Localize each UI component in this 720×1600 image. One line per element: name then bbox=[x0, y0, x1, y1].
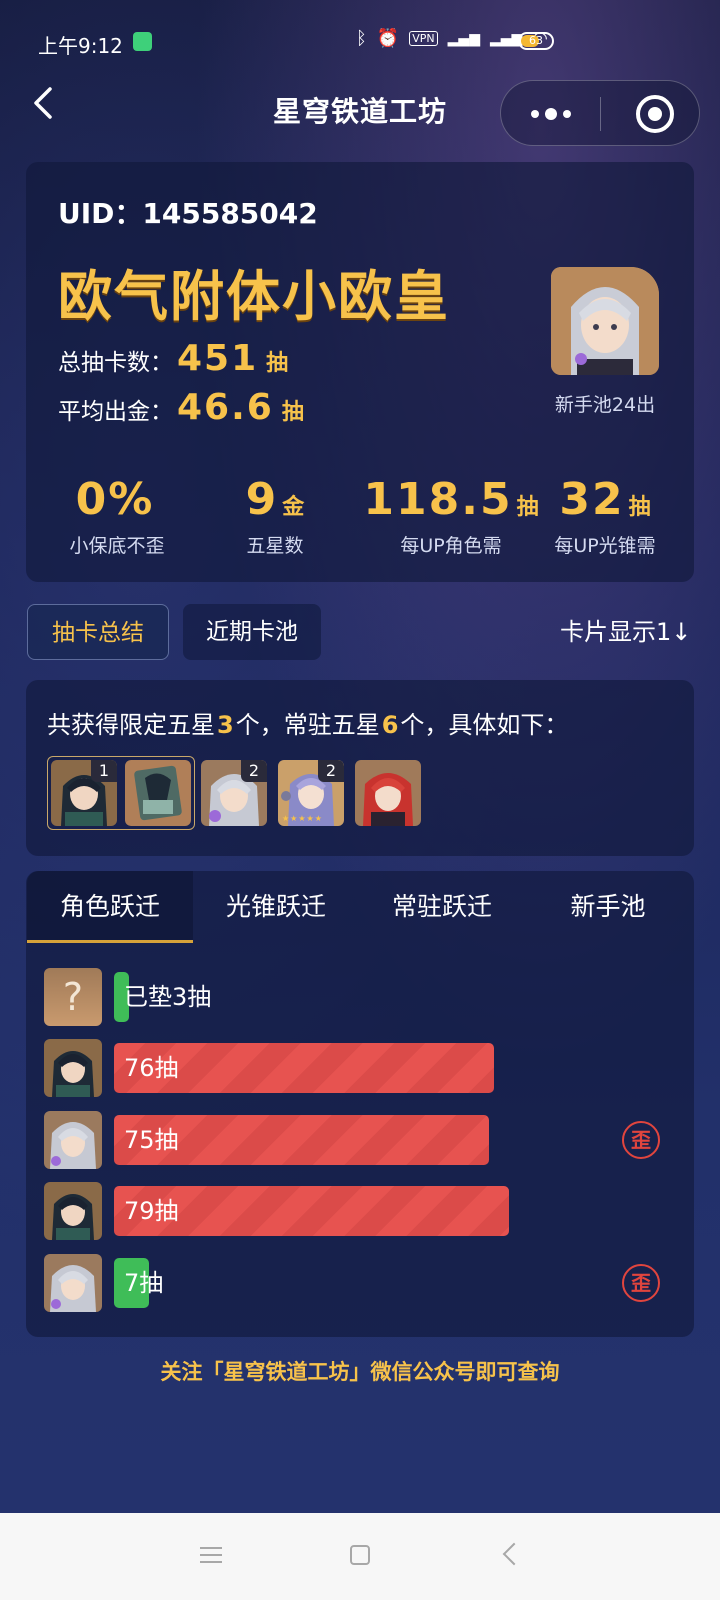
avg-pulls-unit: 抽 bbox=[281, 400, 304, 425]
metric-value: 9 bbox=[245, 474, 279, 525]
metric-value: 118.5 bbox=[363, 474, 513, 525]
character-icon bbox=[44, 1111, 102, 1169]
battery-icon: 63 bbox=[518, 32, 554, 50]
lightcone-thumb[interactable] bbox=[125, 760, 191, 826]
metric-label: 小保底不歪 bbox=[69, 535, 165, 557]
character-icon bbox=[44, 1039, 102, 1097]
tab-recent-banners[interactable]: 近期卡池 bbox=[183, 604, 321, 660]
avg-pulls: 平均出金： 46.6 抽 bbox=[58, 387, 304, 428]
total-pulls-value: 451 bbox=[177, 338, 259, 379]
footer-note: 关注「星穹铁道工坊」微信公众号即可查询 bbox=[160, 1360, 560, 1384]
standard-count: 6 bbox=[381, 711, 399, 739]
metric-label: 每UP角色需 bbox=[400, 535, 502, 557]
thumb-count: 1 bbox=[91, 760, 117, 782]
pull-label: 79抽 bbox=[124, 1197, 179, 1225]
tab-beginner-warp[interactable]: 新手池 bbox=[525, 871, 691, 943]
metric-per-up-character: 118.5 抽 每UP角色需 bbox=[358, 474, 544, 558]
rank-title: 欧气附体小欧皇 bbox=[58, 265, 450, 328]
metric-unit: 金 bbox=[282, 495, 305, 520]
tab-lightcone-warp[interactable]: 光锥跃迁 bbox=[193, 871, 359, 943]
character-thumb[interactable]: 2 bbox=[201, 760, 267, 826]
pity-label: 已垫3抽 bbox=[124, 983, 212, 1011]
avatar-caption: 新手池24出 bbox=[554, 394, 656, 416]
uid-label: UID：145585042 bbox=[58, 197, 318, 230]
lost-5050-icon: 歪 bbox=[622, 1121, 660, 1159]
total-pulls-label: 总抽卡数： bbox=[58, 350, 173, 376]
avg-pulls-label: 平均出金： bbox=[58, 399, 173, 425]
character-thumb[interactable]: ★★★★★ 2 bbox=[278, 760, 344, 826]
character-icon bbox=[44, 1254, 102, 1312]
vpn-icon: VPN bbox=[409, 31, 438, 46]
unknown-character-icon: ? bbox=[44, 968, 102, 1026]
card-display-toggle[interactable]: 卡片显示1↓ bbox=[560, 604, 691, 660]
home-icon[interactable] bbox=[350, 1545, 370, 1565]
avg-pulls-value: 46.6 bbox=[177, 387, 274, 428]
miniprogram-capsule bbox=[500, 80, 700, 146]
tab-standard-warp[interactable]: 常驻跃迁 bbox=[359, 871, 525, 943]
character-thumb[interactable] bbox=[355, 760, 421, 826]
thumb-count: 2 bbox=[241, 760, 267, 782]
character-avatar bbox=[551, 267, 659, 375]
thumb-count: 2 bbox=[318, 760, 344, 782]
pull-label: 76抽 bbox=[124, 1054, 179, 1082]
question-mark: ? bbox=[44, 968, 102, 1026]
active-tab-underline bbox=[27, 940, 193, 943]
five-star-suffix: 个，具体如下： bbox=[400, 711, 569, 739]
close-target-icon[interactable] bbox=[636, 95, 674, 133]
five-star-prefix: 共获得限定五星 bbox=[47, 711, 215, 739]
metric-label: 五星数 bbox=[246, 535, 304, 557]
metric-per-up-lightcone: 32 抽 每UP光锥需 bbox=[520, 474, 690, 558]
status-bar: 上午9:12 ᛒ ⏰ VPN ▂▄▆ ▂▄▆ ◠ 63 bbox=[0, 0, 720, 86]
tab-summary[interactable]: 抽卡总结 bbox=[27, 604, 169, 660]
total-pulls-unit: 抽 bbox=[266, 351, 289, 376]
status-time: 上午9:12 bbox=[38, 34, 123, 58]
more-icon[interactable] bbox=[526, 103, 576, 125]
pull-label: 75抽 bbox=[124, 1126, 179, 1154]
menu-icon[interactable] bbox=[200, 1547, 222, 1563]
tab-character-warp[interactable]: 角色跃迁 bbox=[27, 871, 193, 943]
five-star-summary: 共获得限定五星 3 个，常驻五星 6 个，具体如下： bbox=[47, 705, 568, 740]
bluetooth-icon: ᛒ bbox=[356, 28, 367, 49]
character-thumb[interactable]: 1 bbox=[51, 760, 117, 826]
limited-count: 3 bbox=[217, 711, 234, 739]
metric-value: 32 bbox=[559, 474, 625, 525]
metric-five-star-count: 9金 五星数 bbox=[190, 474, 360, 558]
five-star-middle: 个，常驻五星 bbox=[235, 711, 380, 739]
metric-label: 每UP光锥需 bbox=[554, 535, 656, 557]
lost-5050-icon: 歪 bbox=[622, 1264, 660, 1302]
metric-unit: 抽 bbox=[628, 495, 651, 520]
metric-value: 0% bbox=[75, 474, 155, 525]
pull-label: 7抽 bbox=[124, 1269, 164, 1297]
signal-icon: ▂▄▆ bbox=[447, 30, 480, 47]
five-stars-rating: ★★★★★ bbox=[282, 814, 323, 823]
shield-icon bbox=[133, 32, 152, 51]
character-icon bbox=[44, 1182, 102, 1240]
metric-no-loss: 0% 小保底不歪 bbox=[32, 474, 202, 558]
total-pulls: 总抽卡数： 451 抽 bbox=[58, 338, 288, 379]
alarm-icon: ⏰ bbox=[376, 28, 400, 49]
